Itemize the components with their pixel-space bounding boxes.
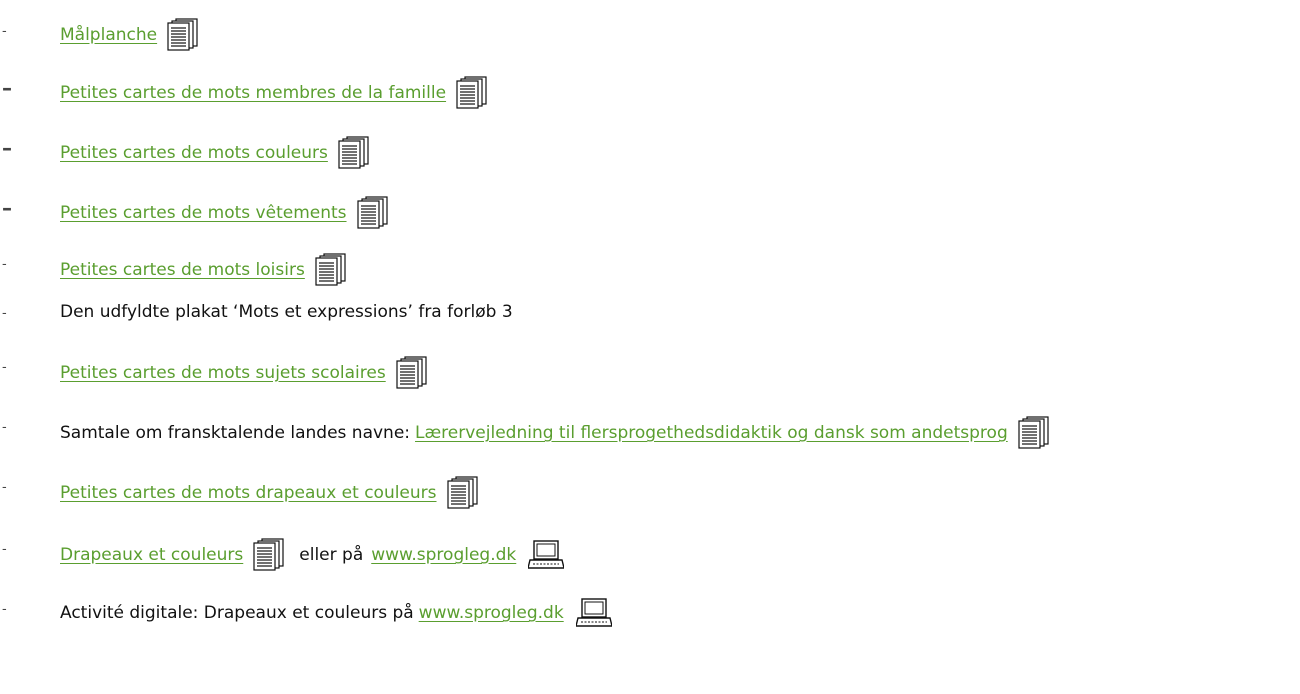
bullet-dash: - xyxy=(2,542,7,557)
document-icon[interactable] xyxy=(253,538,285,572)
document-icon[interactable] xyxy=(1018,416,1050,450)
computer-icon[interactable] xyxy=(528,540,565,570)
document-icon[interactable] xyxy=(446,476,479,510)
bullet-dash: - xyxy=(2,306,7,321)
link-drapeaux-couleurs-cartes[interactable]: Petites cartes de mots drapeaux et coule… xyxy=(60,483,437,503)
link-sujets-scolaires[interactable]: Petites cartes de mots sujets scolaires xyxy=(60,363,386,383)
bullet-dash: – xyxy=(2,136,12,160)
computer-icon[interactable] xyxy=(575,598,612,628)
link-vetements[interactable]: Petites cartes de mots vêtements xyxy=(60,203,347,223)
link-drapeaux-et-couleurs[interactable]: Drapeaux et couleurs xyxy=(60,545,243,565)
item-text-eller-pa: eller på xyxy=(299,545,364,565)
link-laerervejledning[interactable]: Lærervejledning til flersprogethedsdidak… xyxy=(415,423,1008,443)
link-loisirs[interactable]: Petites cartes de mots loisirs xyxy=(60,260,305,280)
document-icon[interactable] xyxy=(167,18,199,52)
link-sprogleg-2[interactable]: www.sprogleg.dk xyxy=(419,603,564,623)
bullet-dash: - xyxy=(2,24,7,39)
bullet-dash: – xyxy=(2,196,12,220)
document-icon[interactable] xyxy=(356,196,389,230)
link-membres-famille[interactable]: Petites cartes de mots membres de la fam… xyxy=(60,83,446,103)
item-text-samtale: Samtale om fransktalende landes navne: xyxy=(60,423,411,443)
document-icon[interactable] xyxy=(456,76,488,110)
item-text-plakat: Den udfyldte plakat ‘Mots et expressions… xyxy=(60,302,513,322)
bullet-dash: - xyxy=(2,480,7,495)
bullet-dash: - xyxy=(2,420,7,435)
link-sprogleg[interactable]: www.sprogleg.dk xyxy=(371,545,516,565)
item-text-activite: Activité digitale: Drapeaux et couleurs … xyxy=(60,603,414,623)
bullet-dash: - xyxy=(2,360,7,375)
bullet-dash: - xyxy=(2,257,7,272)
bullet-dash: – xyxy=(2,76,12,100)
document-icon[interactable] xyxy=(396,356,428,390)
link-couleurs[interactable]: Petites cartes de mots couleurs xyxy=(60,143,328,163)
bullet-dash: - xyxy=(2,602,7,617)
document-icon[interactable] xyxy=(315,253,347,287)
document-icon[interactable] xyxy=(338,136,370,170)
link-malplanche[interactable]: Målplanche xyxy=(60,25,157,45)
